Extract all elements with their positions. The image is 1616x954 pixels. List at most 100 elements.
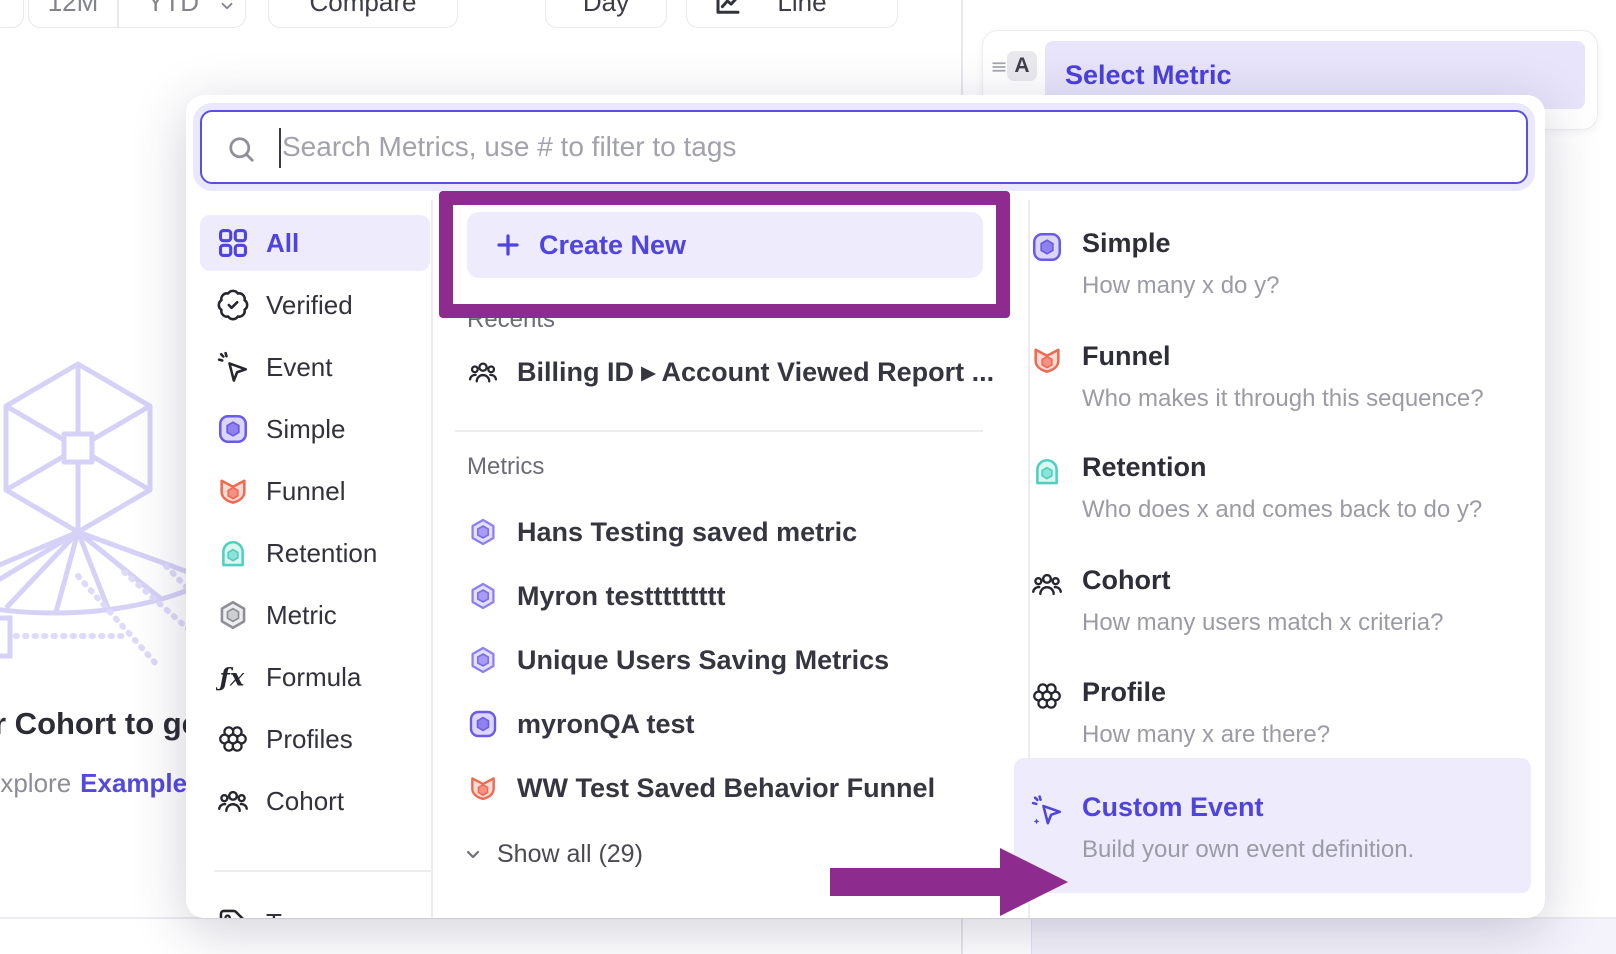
metric-picker-screen: { "colors": { "accent": "#4f44e0", "acce…: [0, 0, 1616, 954]
toolbar-fragment-button[interactable]: [0, 0, 24, 28]
recent-item[interactable]: Billing ID ▸ Account Viewed Report ...: [467, 350, 994, 394]
metric-item-label: Hans Testing saved metric: [517, 517, 857, 548]
metric-search-box: [200, 110, 1528, 184]
date-range-group: 12M YTD: [28, 0, 246, 28]
profiles-cluster-icon: [1030, 679, 1064, 713]
metric-hexagon-icon: [216, 598, 250, 632]
simple-metric-icon: [467, 708, 499, 740]
sidebar-item-profiles[interactable]: Profiles: [200, 711, 430, 767]
metric-list-item[interactable]: myronQA test: [467, 702, 695, 746]
cohort-people-icon: [467, 356, 499, 388]
event-cursor-icon: [216, 350, 250, 384]
sidebar-item-simple[interactable]: Simple: [200, 401, 430, 457]
range-12m-label: 12M: [29, 0, 117, 18]
saved-metric-hexagon-icon: [467, 516, 499, 548]
sidebar-label: Verified: [266, 290, 353, 321]
metric-letter-badge: A: [1007, 51, 1037, 81]
cohort-people-icon: [216, 784, 250, 818]
sidebar-item-event[interactable]: Event: [200, 339, 430, 395]
chart-type-label: Line: [727, 0, 877, 18]
sidebar-item-tags[interactable]: Tags: [200, 895, 430, 918]
show-all-button[interactable]: Show all (29): [461, 836, 643, 872]
text-caret: [279, 128, 281, 168]
chevron-down-icon: [461, 842, 485, 866]
range-12m-button[interactable]: 12M: [29, 0, 117, 27]
profiles-cluster-icon: [216, 722, 250, 756]
funnel-metric-icon: [1030, 343, 1064, 377]
interval-label: Day: [546, 0, 666, 18]
type-title: Profile: [1082, 677, 1166, 708]
simple-metric-icon: [216, 412, 250, 446]
grid-icon: [216, 226, 250, 260]
sidebar-item-metric[interactable]: Metric: [200, 587, 430, 643]
formula-icon: ƒx: [216, 660, 250, 694]
explore-prefix: Explore: [0, 768, 71, 798]
verified-badge-icon: [216, 288, 250, 322]
metric-search-input[interactable]: [282, 114, 1502, 180]
chevron-down-icon: [218, 0, 236, 15]
type-description: Who does x and comes back to do y?: [1082, 496, 1482, 524]
funnel-metric-icon: [216, 474, 250, 508]
sidebar-label: Profiles: [266, 724, 353, 755]
type-title: Cohort: [1082, 565, 1170, 596]
metric-list-item[interactable]: WW Test Saved Behavior Funnel: [467, 766, 935, 810]
sidebar-label: Metric: [266, 600, 337, 631]
annotation-arrow: [820, 842, 1080, 922]
empty-state-headline: r Cohort to ge: [0, 706, 199, 742]
interval-button[interactable]: Day: [545, 0, 667, 28]
sidebar-label: All: [266, 228, 299, 259]
sidebar-label: Tags: [266, 908, 321, 919]
custom-event-cursor-icon: [1030, 794, 1064, 828]
metric-list-item[interactable]: Unique Users Saving Metrics: [467, 638, 889, 682]
metric-item-label: myronQA test: [517, 709, 695, 740]
type-title: Simple: [1082, 228, 1171, 259]
sidebar-item-cohort[interactable]: Cohort: [200, 773, 430, 829]
compare-button[interactable]: Compare: [268, 0, 458, 28]
type-title: Retention: [1082, 452, 1207, 483]
sidebar-item-formula[interactable]: ƒx Formula: [200, 649, 430, 705]
type-title: Funnel: [1082, 341, 1171, 372]
chart-type-button[interactable]: Line: [686, 0, 898, 28]
sidebar-label: Formula: [266, 662, 361, 693]
metric-item-label: Myron testtttttttt: [517, 581, 725, 612]
sidebar-item-retention[interactable]: Retention: [200, 525, 430, 581]
recent-item-label: Billing ID ▸ Account Viewed Report ...: [517, 357, 994, 388]
retention-metric-icon: [1030, 454, 1064, 488]
metric-list-item[interactable]: Hans Testing saved metric: [467, 510, 857, 554]
type-description: How many x do y?: [1082, 272, 1279, 300]
sidebar-column-divider: [431, 200, 433, 918]
funnel-metric-icon: [467, 772, 499, 804]
sidebar-item-all[interactable]: All: [200, 215, 430, 271]
sidebar-item-funnel[interactable]: Funnel: [200, 463, 430, 519]
metric-type-custom-event[interactable]: Custom Event Build your own event defini…: [1014, 758, 1531, 893]
drag-handle-icon[interactable]: [989, 57, 1009, 77]
metric-item-label: WW Test Saved Behavior Funnel: [517, 773, 935, 804]
svg-text:ƒx: ƒx: [216, 663, 245, 692]
sidebar-label: Cohort: [266, 786, 344, 817]
recents-divider: [455, 430, 983, 432]
compare-label: Compare: [269, 0, 457, 18]
annotation-highlight-box: [439, 191, 1010, 318]
metric-type-simple[interactable]: Simple How many x do y?: [1014, 226, 1531, 326]
metric-item-label: Unique Users Saving Metrics: [517, 645, 889, 676]
simple-metric-icon: [1030, 230, 1064, 264]
sidebar-item-verified[interactable]: Verified: [200, 277, 430, 333]
sidebar-divider: [214, 870, 432, 872]
search-icon: [226, 134, 256, 164]
sidebar-label: Simple: [266, 414, 345, 445]
cohort-people-icon: [1030, 567, 1064, 601]
type-title: Custom Event: [1082, 792, 1264, 823]
range-ytd-button[interactable]: YTD: [119, 0, 246, 27]
metric-type-funnel[interactable]: Funnel Who makes it through this sequenc…: [1014, 339, 1531, 439]
metric-list-item[interactable]: Myron testtttttttt: [467, 574, 725, 618]
right-panel-bottom: [1031, 919, 1616, 954]
type-description: How many x are there?: [1082, 721, 1330, 749]
metric-type-retention[interactable]: Retention Who does x and comes back to d…: [1014, 450, 1531, 550]
sidebar-label: Retention: [266, 538, 377, 569]
tag-icon: [216, 906, 250, 918]
sidebar-label: Funnel: [266, 476, 346, 507]
saved-metric-hexagon-icon: [467, 580, 499, 612]
sidebar-label: Event: [266, 352, 333, 383]
retention-metric-icon: [216, 536, 250, 570]
metric-type-cohort[interactable]: Cohort How many users match x criteria?: [1014, 563, 1531, 663]
